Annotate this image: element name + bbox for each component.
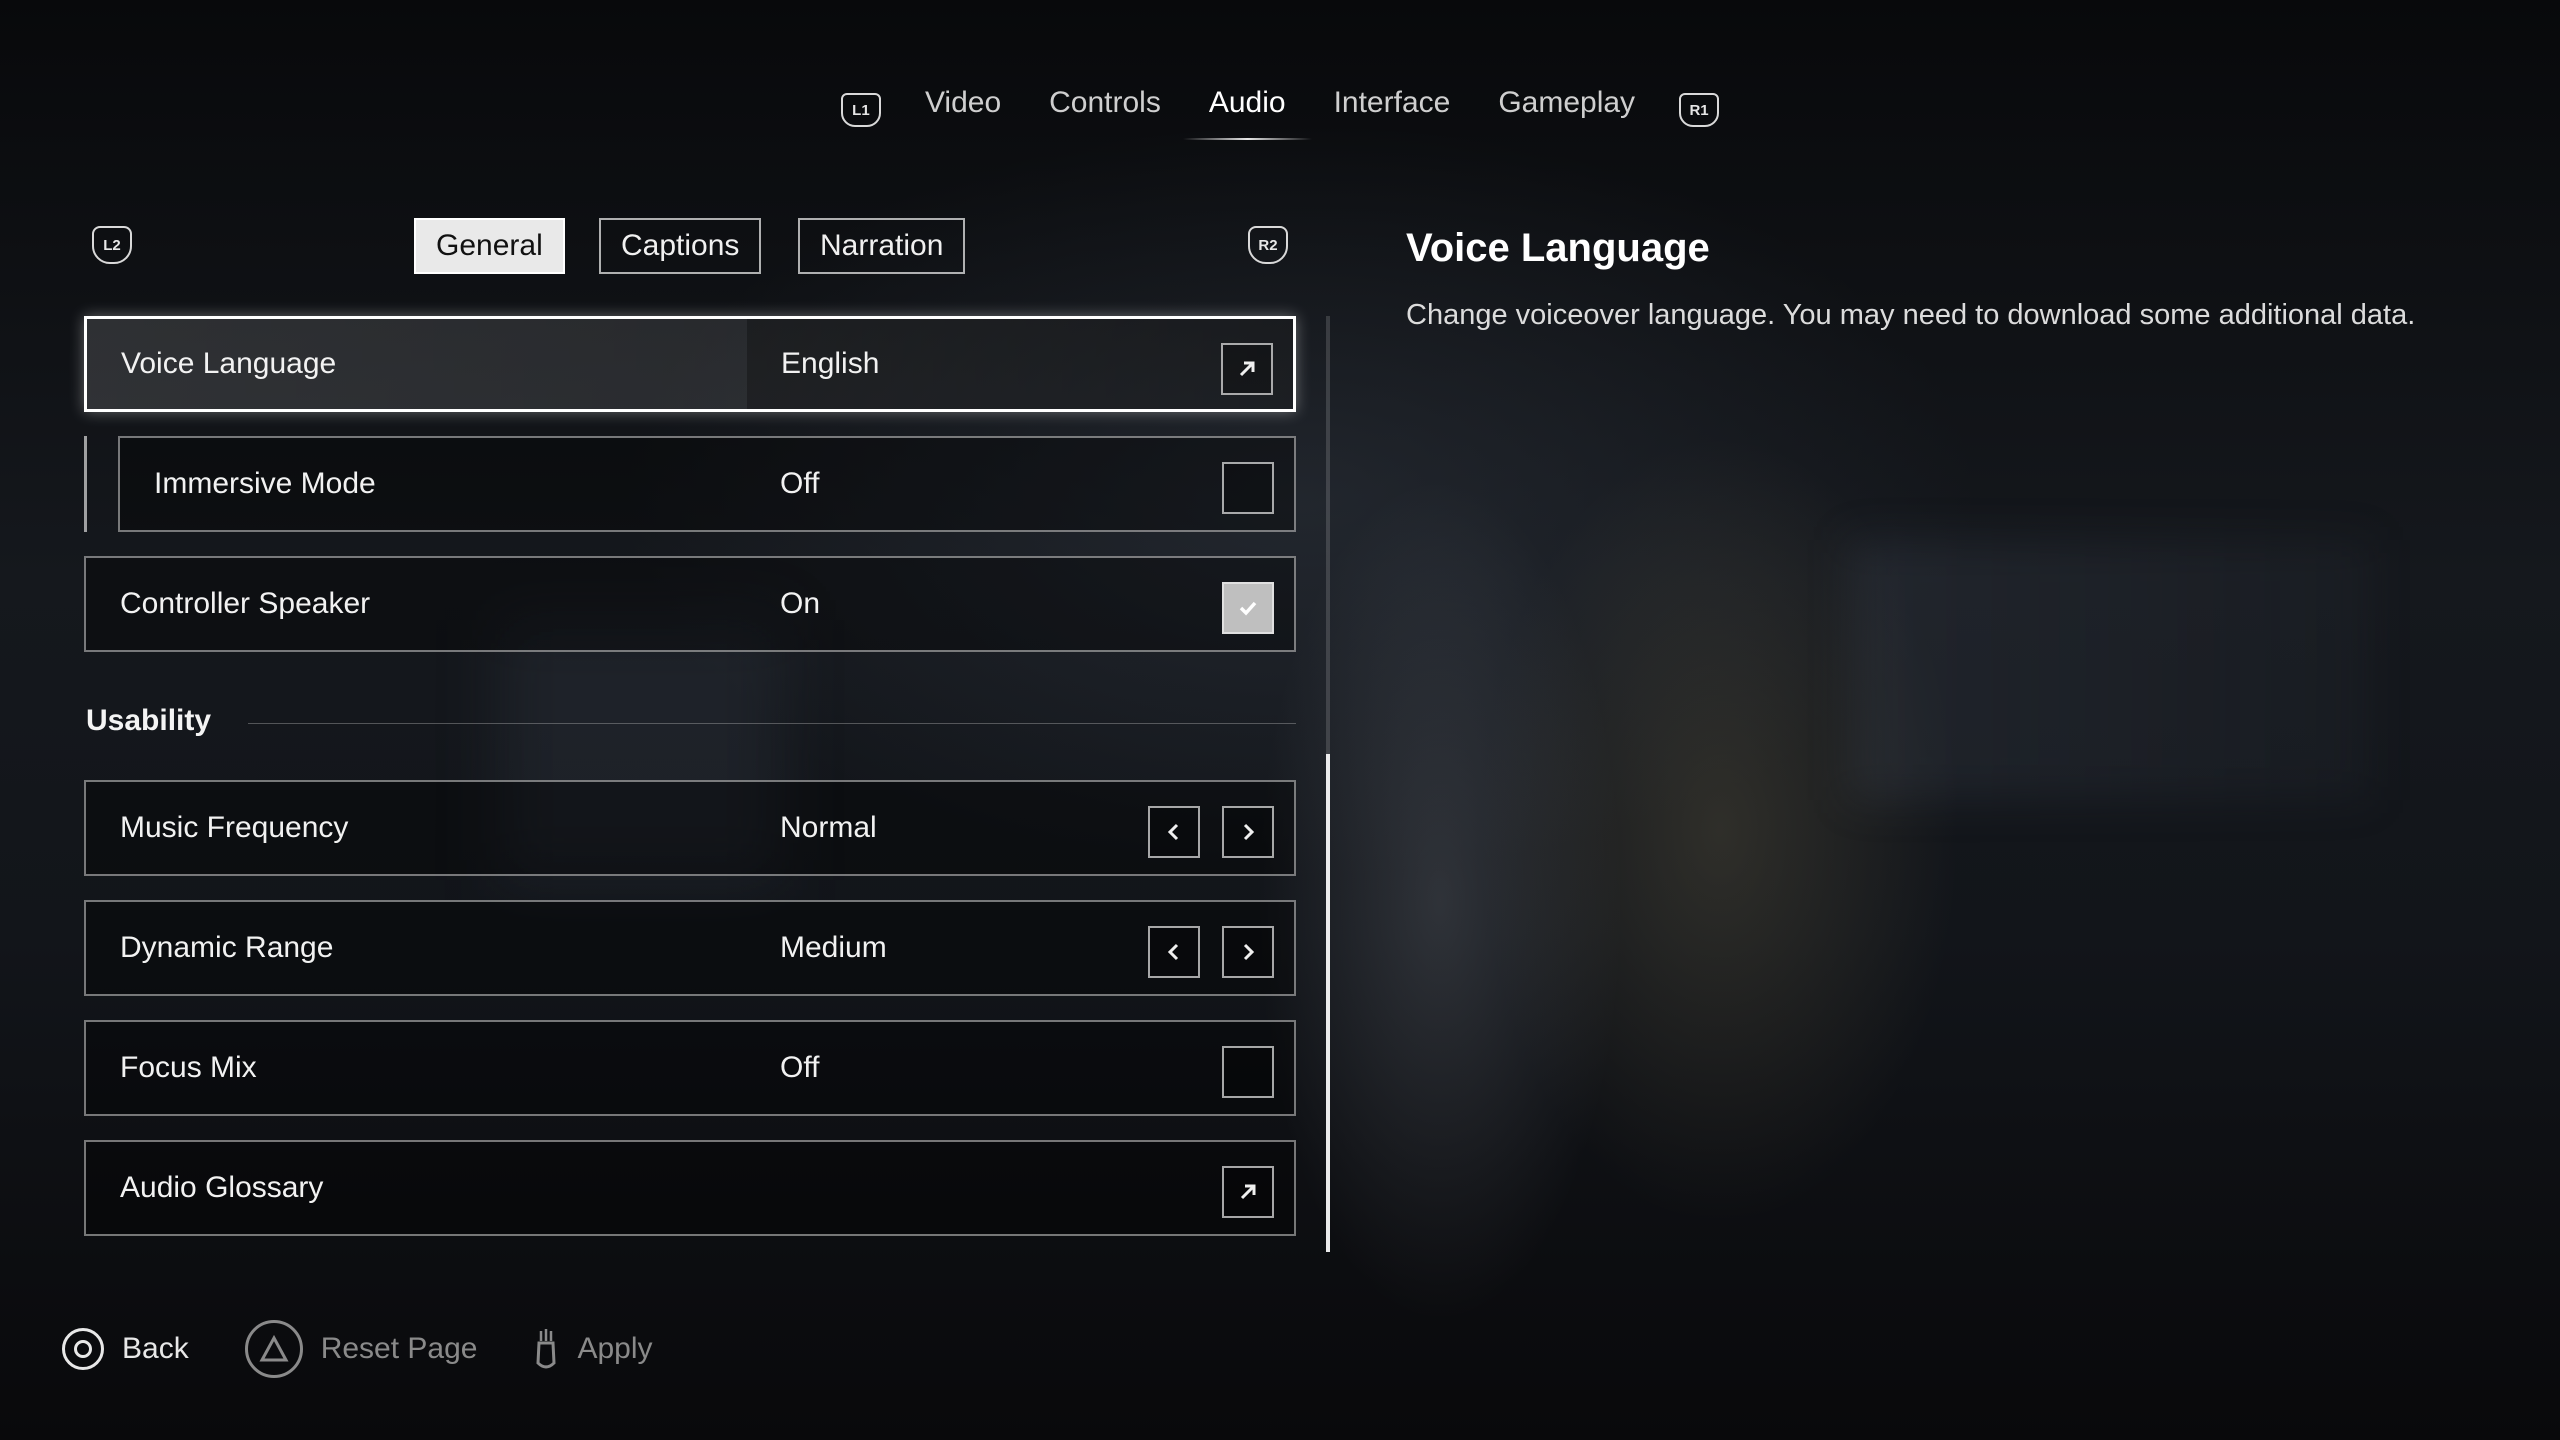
setting-row-voice-language[interactable]: Voice Language English (84, 316, 1296, 412)
r1-button-icon[interactable]: R1 (1679, 93, 1720, 127)
setting-value: Off (780, 467, 820, 500)
setting-label: Controller Speaker (120, 587, 371, 620)
l2-button-icon[interactable]: L2 (92, 226, 132, 264)
top-nav: L1 Video Controls Audio Interface Gamepl… (0, 80, 2560, 140)
setting-label: Dynamic Range (120, 931, 334, 964)
subtab-captions[interactable]: Captions (599, 218, 762, 274)
scrollbar[interactable] (1326, 316, 1330, 1252)
section-divider (248, 723, 1296, 724)
checkmark-icon (1239, 601, 1257, 616)
description-panel: Voice Language Change voiceover language… (1406, 226, 2526, 335)
tab-interface[interactable]: Interface (1330, 80, 1455, 140)
section-heading-usability: Usability (86, 704, 212, 737)
setting-label: Audio Glossary (120, 1171, 324, 1204)
setting-value: English (781, 347, 880, 380)
external-link-icon (1239, 361, 1255, 377)
next-option-button[interactable] (1222, 806, 1274, 858)
setting-row-music-frequency[interactable]: Music Frequency Normal (84, 780, 1296, 876)
tab-audio[interactable]: Audio (1182, 80, 1312, 140)
controller-speaker-checkbox[interactable] (1222, 582, 1274, 634)
sub-tabs: L2 General Captions Narration R2 (84, 216, 1294, 276)
setting-label: Immersive Mode (154, 467, 376, 500)
setting-row-dynamic-range[interactable]: Dynamic Range Medium (84, 900, 1296, 996)
chevron-left-icon (1167, 823, 1179, 841)
setting-label: Voice Language (121, 347, 337, 380)
setting-label: Focus Mix (120, 1051, 257, 1084)
tab-controls[interactable]: Controls (1045, 80, 1165, 140)
circle-button-icon (62, 1328, 104, 1370)
setting-label: Music Frequency (120, 811, 349, 844)
chevron-right-icon (1243, 943, 1255, 961)
triangle-button-icon (244, 1320, 303, 1378)
scrollbar-thumb[interactable] (1326, 754, 1330, 1252)
chevron-left-icon (1167, 943, 1179, 961)
indent-rail (84, 436, 87, 532)
description-text: Change voiceover language. You may need … (1406, 299, 2416, 331)
r2-button-icon[interactable]: R2 (1248, 226, 1288, 264)
external-link-icon (1240, 1184, 1256, 1200)
previous-option-button[interactable] (1148, 926, 1200, 978)
tab-gameplay[interactable]: Gameplay (1494, 80, 1639, 140)
subtab-narration[interactable]: Narration (798, 218, 966, 274)
setting-value: On (780, 587, 821, 620)
setting-value: Medium (780, 931, 887, 964)
back-label: Back (122, 1332, 189, 1365)
apply-button[interactable]: Apply (533, 1327, 653, 1371)
touchpad-press-icon (536, 1329, 557, 1369)
back-button[interactable]: Back (62, 1328, 189, 1370)
l1-button-icon[interactable]: L1 (840, 93, 881, 127)
reset-page-button[interactable]: Reset Page (244, 1320, 478, 1378)
setting-row-audio-glossary[interactable]: Audio Glossary (84, 1140, 1296, 1236)
external-link-button[interactable] (1222, 1166, 1274, 1218)
external-link-button[interactable] (1221, 343, 1273, 395)
previous-option-button[interactable] (1148, 806, 1200, 858)
chevron-right-icon (1243, 823, 1255, 841)
setting-value: Normal (780, 811, 877, 844)
focus-mix-checkbox[interactable] (1222, 1046, 1274, 1098)
description-title: Voice Language (1406, 226, 1710, 270)
next-option-button[interactable] (1222, 926, 1274, 978)
footer-actions: Back Reset Page Apply (62, 1320, 653, 1378)
reset-page-label: Reset Page (320, 1332, 478, 1365)
setting-row-immersive-mode[interactable]: Immersive Mode Off (118, 436, 1296, 532)
immersive-mode-checkbox[interactable] (1222, 462, 1274, 514)
tab-video[interactable]: Video (921, 80, 1005, 140)
setting-value: Off (780, 1051, 820, 1084)
apply-label: Apply (577, 1332, 653, 1365)
subtab-general[interactable]: General (414, 218, 565, 274)
setting-row-focus-mix[interactable]: Focus Mix Off (84, 1020, 1296, 1116)
setting-row-controller-speaker[interactable]: Controller Speaker On (84, 556, 1296, 652)
